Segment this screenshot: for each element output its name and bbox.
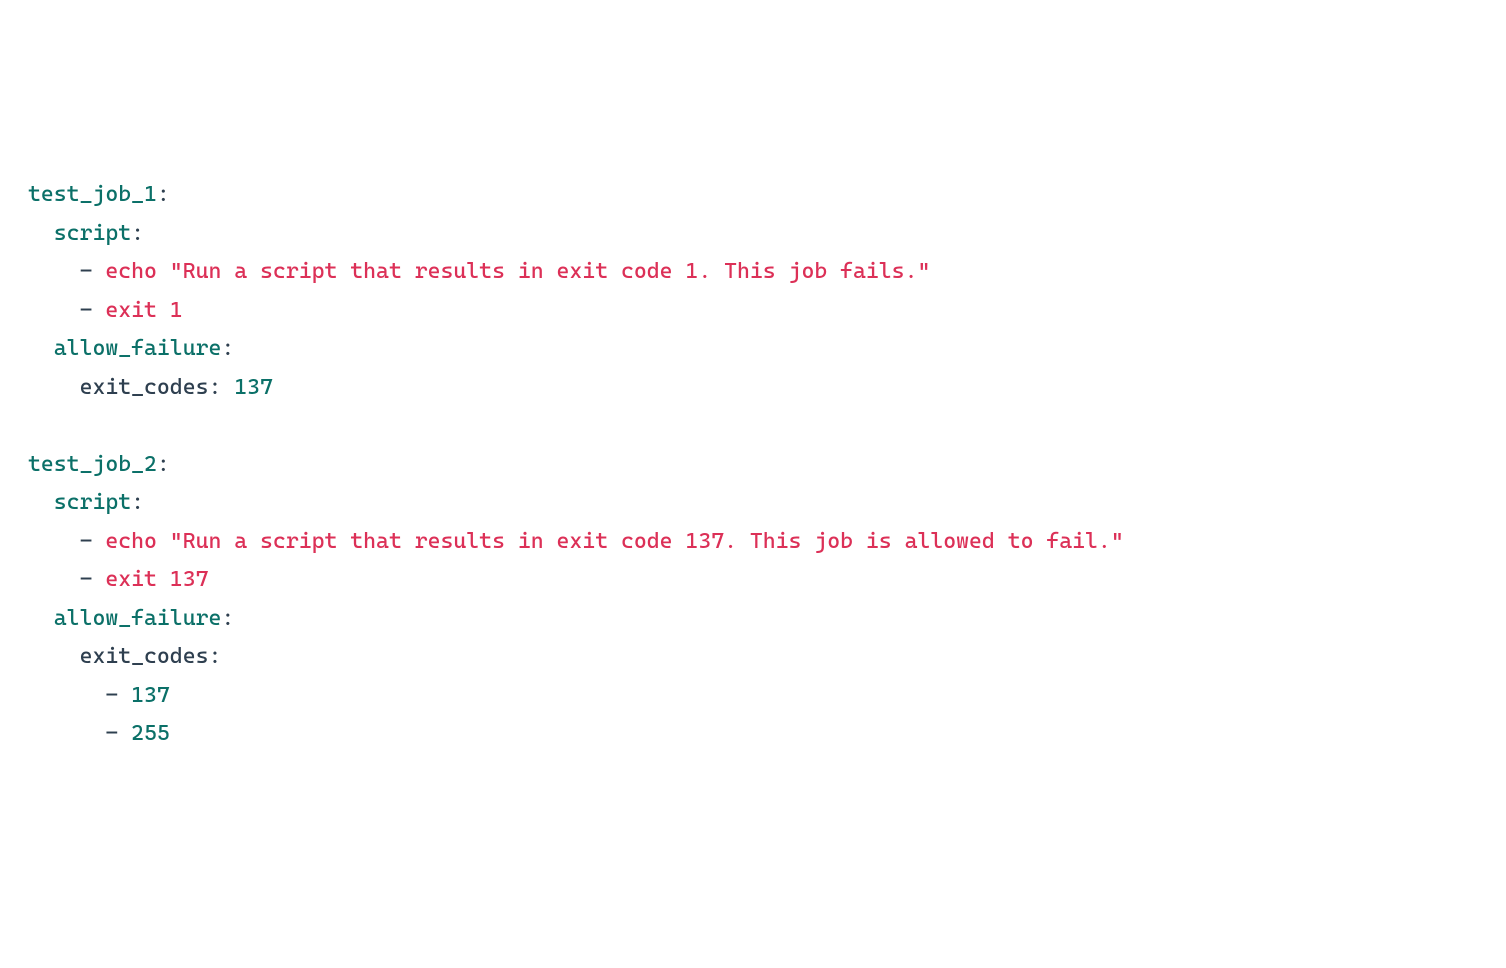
yaml-colon: :: [208, 375, 221, 400]
yaml-allow-failure-key: allow_failure: [54, 336, 222, 361]
yaml-colon: :: [131, 490, 144, 515]
yaml-allow-failure-key: allow_failure: [54, 606, 222, 631]
yaml-dash: -: [80, 567, 93, 592]
yaml-colon: :: [157, 182, 170, 207]
yaml-number: 137: [131, 683, 170, 708]
yaml-job-name: test_job_1: [28, 182, 157, 207]
yaml-dash: -: [80, 259, 93, 284]
yaml-string: echo "Run a script that results in exit …: [105, 529, 1123, 554]
yaml-exit-codes-key: exit_codes: [80, 375, 209, 400]
yaml-dash: -: [80, 298, 93, 323]
yaml-script-key: script: [54, 490, 131, 515]
yaml-dash: -: [105, 683, 118, 708]
yaml-exit-codes-key: exit_codes: [80, 644, 209, 669]
yaml-colon: :: [131, 221, 144, 246]
yaml-number: 255: [131, 721, 170, 746]
yaml-dash: -: [80, 529, 93, 554]
yaml-dash: -: [105, 721, 118, 746]
yaml-colon: :: [157, 452, 170, 477]
yaml-script-key: script: [54, 221, 131, 246]
yaml-colon: :: [208, 644, 221, 669]
yaml-code-block: test_job_1: script: - echo "Run a script…: [28, 176, 1478, 754]
yaml-colon: :: [221, 606, 234, 631]
yaml-string: exit 137: [105, 567, 208, 592]
yaml-number: 137: [234, 375, 273, 400]
yaml-string: exit 1: [105, 298, 182, 323]
yaml-colon: :: [221, 336, 234, 361]
yaml-string: echo "Run a script that results in exit …: [105, 259, 930, 284]
yaml-job-name: test_job_2: [28, 452, 157, 477]
